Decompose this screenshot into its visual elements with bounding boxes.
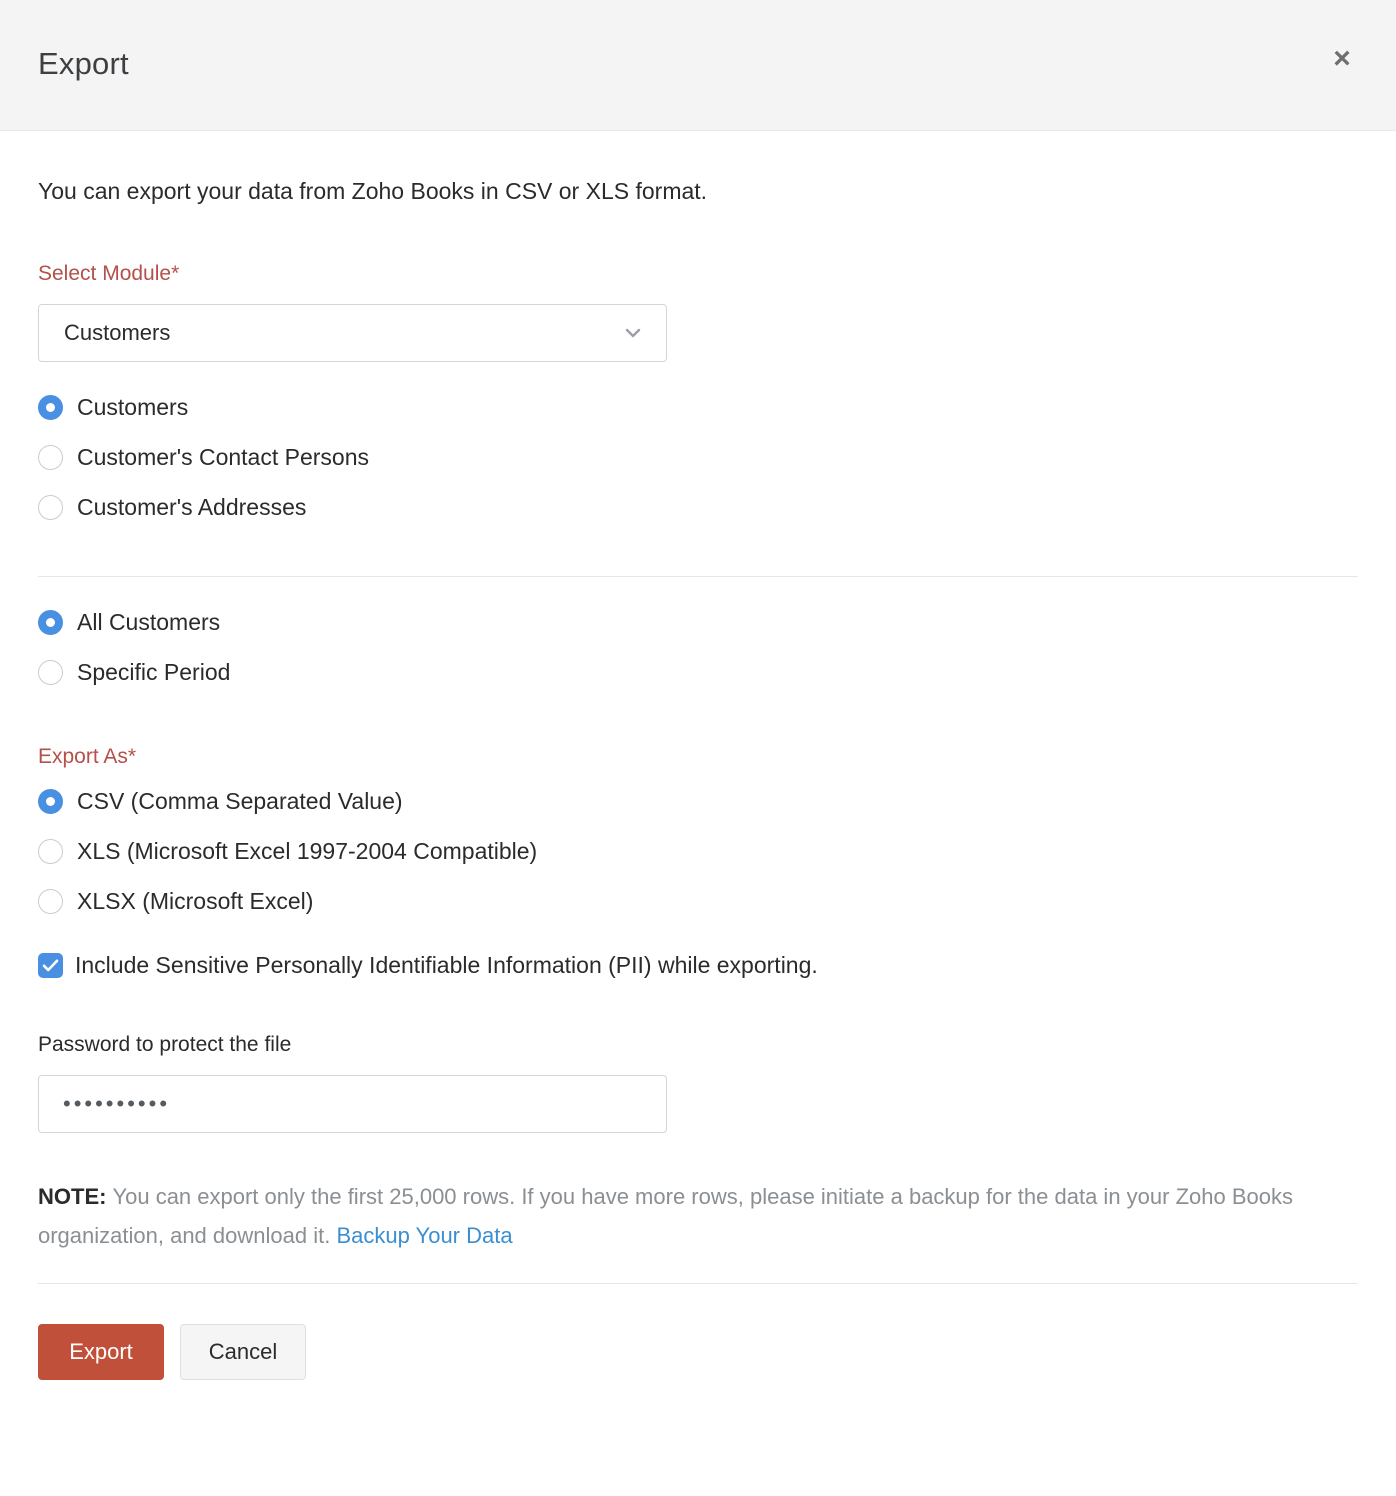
radio-option-customers-addresses[interactable]: Customer's Addresses: [38, 490, 306, 524]
export-as-radio-group: CSV (Comma Separated Value) XLS (Microso…: [38, 784, 1358, 918]
note-body: You can export only the first 25,000 row…: [38, 1184, 1293, 1248]
chevron-down-icon: [622, 322, 644, 344]
radio-indicator: [38, 494, 63, 520]
intro-text: You can export your data from Zoho Books…: [38, 178, 708, 204]
radio-option-customers[interactable]: Customers: [38, 390, 188, 424]
radio-indicator: [38, 609, 63, 635]
radio-indicator: [38, 888, 63, 914]
export-as-label: Export As*: [38, 745, 137, 768]
radio-indicator: [38, 444, 63, 470]
radio-label: XLSX (Microsoft Excel): [77, 888, 314, 914]
include-pii-label: Include Sensitive Personally Identifiabl…: [75, 952, 818, 978]
radio-indicator: [38, 788, 63, 814]
password-input[interactable]: ••••••••••: [38, 1075, 667, 1133]
note-text: NOTE: You can export only the first 25,00…: [38, 1177, 1328, 1255]
password-field-block: Password to protect the file ••••••••••: [38, 1032, 1358, 1133]
radio-indicator: [38, 659, 63, 685]
radio-label: All Customers: [77, 609, 221, 635]
select-module-dropdown[interactable]: Customers: [38, 304, 667, 362]
select-module-value: Customers: [64, 320, 171, 345]
radio-label: CSV (Comma Separated Value): [77, 788, 403, 814]
close-icon[interactable]: ×: [1321, 38, 1363, 80]
radio-label: XLS (Microsoft Excel 1997-2004 Compatibl…: [77, 838, 538, 864]
radio-indicator: [38, 394, 63, 420]
radio-label: Customer's Addresses: [77, 494, 307, 520]
dialog-body: You can export your data from Zoho Books…: [0, 131, 1396, 1284]
radio-option-xlsx[interactable]: XLSX (Microsoft Excel): [38, 884, 313, 918]
section-divider: [38, 576, 1358, 577]
radio-option-customers-contact-persons[interactable]: Customer's Contact Persons: [38, 440, 369, 474]
dialog-footer: Export Cancel: [0, 1324, 1396, 1380]
export-button[interactable]: Export: [38, 1324, 164, 1380]
radio-label: Customers: [77, 394, 189, 420]
radio-option-all-customers[interactable]: All Customers: [38, 605, 220, 639]
radio-indicator: [38, 838, 63, 864]
footer-divider: [38, 1283, 1358, 1284]
module-scope-radio-group: Customers Customer's Contact Persons Cus…: [38, 390, 1358, 524]
cancel-button[interactable]: Cancel: [180, 1324, 306, 1380]
dialog-header: Export ×: [0, 0, 1396, 131]
password-label: Password to protect the file: [38, 1033, 292, 1056]
check-icon: [38, 952, 63, 978]
radio-label: Customer's Contact Persons: [77, 444, 370, 470]
backup-your-data-link[interactable]: Backup Your Data: [336, 1223, 512, 1248]
period-scope-radio-group: All Customers Specific Period: [38, 605, 1358, 689]
radio-option-specific-period[interactable]: Specific Period: [38, 655, 230, 689]
radio-option-csv[interactable]: CSV (Comma Separated Value): [38, 784, 403, 818]
dialog-title: Export: [38, 46, 129, 81]
select-module-label: Select Module*: [38, 262, 180, 285]
note-label: NOTE:: [38, 1184, 107, 1209]
export-dialog: Export × You can export your data from Z…: [0, 0, 1396, 1496]
radio-label: Specific Period: [77, 659, 231, 685]
radio-option-xls[interactable]: XLS (Microsoft Excel 1997-2004 Compatibl…: [38, 834, 537, 868]
include-pii-checkbox[interactable]: Include Sensitive Personally Identifiabl…: [38, 950, 818, 980]
